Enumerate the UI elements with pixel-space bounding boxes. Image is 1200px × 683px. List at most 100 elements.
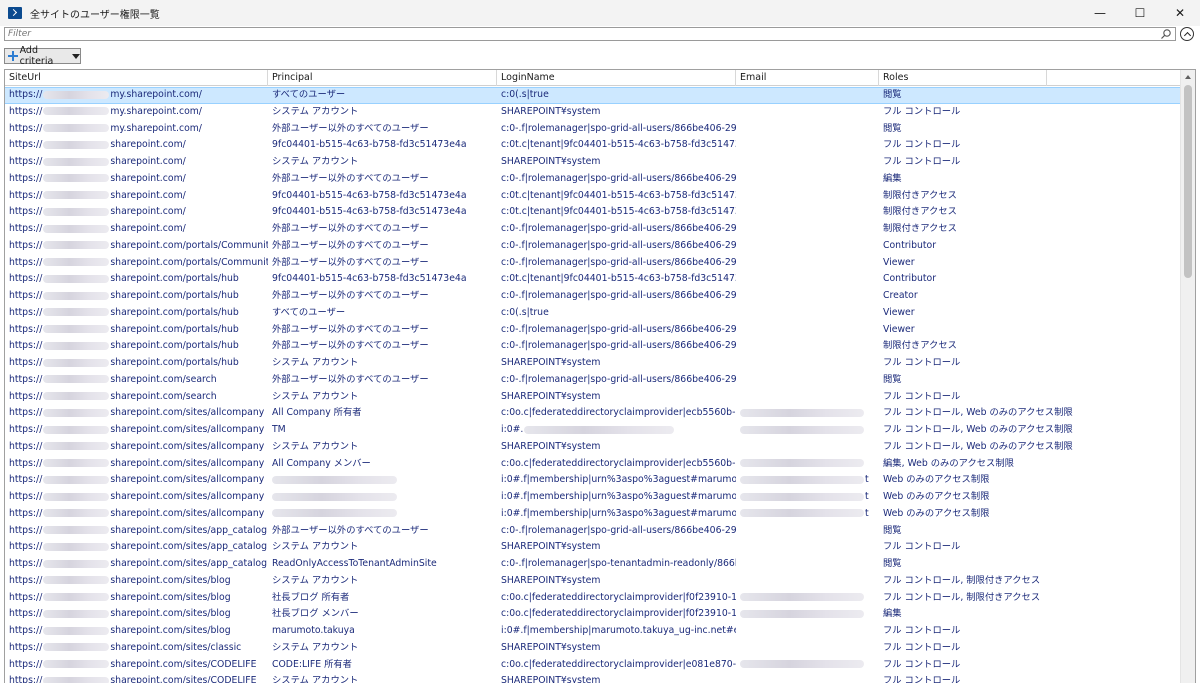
redacted-text [43,325,110,333]
table-row[interactable]: https:// sharepoint.com/sites/CODELIFE システ… [5,673,1181,683]
loginname-text: c:0t.c|tenant|9fc04401-b515-4c63-b758-fd… [501,189,736,201]
table-row[interactable]: https:// sharepoint.com/portals/hub 外部ユーザー… [5,288,1181,305]
cell-principal: システム アカウント [272,156,359,167]
cell-email [736,322,879,339]
cell-siteurl: https:// sharepoint.com/sites/allcompany [5,405,268,422]
cell-loginname: i:0#.f|membership|urn%3aspo%3aguest#maru… [497,489,736,506]
table-row[interactable]: https:// sharepoint.com/外部ユーザー以外のすべてのユーザー… [5,171,1181,188]
table-row[interactable]: https:// sharepoint.com/portals/hub システム ア… [5,355,1181,372]
table-row[interactable]: https:// my.sharepoint.com/すべてのユーザー c:0(.s… [5,87,1181,104]
cell-siteurl: https:// sharepoint.com/sites/app_catalog [5,523,268,540]
loginname-text: SHAREPOINT¥system [501,675,601,683]
siteurl-prefix: https:// [9,574,43,586]
cell-roles: フル コントロール [883,625,961,636]
siteurl-prefix: https:// [9,641,43,653]
cell-loginname: c:0o.c|federateddirectoryclaimprovider|f… [497,590,736,607]
chevron-down-icon [72,53,80,59]
cell-email [736,121,879,138]
redacted-text [43,676,110,683]
table-row[interactable]: https:// sharepoint.com/sites/blog 社長ブログ 所… [5,590,1181,607]
redacted-text [43,358,110,367]
table-row[interactable]: https:// sharepoint.com/sites/blog システム アカ… [5,573,1181,590]
table-row[interactable]: https:// sharepoint.com/外部ユーザー以外のすべてのユーザー… [5,221,1181,238]
add-criteria-button[interactable]: Add criteria [4,45,81,67]
table-row[interactable]: https:// sharepoint.com/portals/hub 外部ユーザー… [5,338,1181,355]
loginname-text: c:0(.s|true [501,306,549,318]
cell-siteurl: https:// sharepoint.com/portals/hub [5,288,268,305]
table-row[interactable]: https:// sharepoint.com/sites/CODELIFE COD… [5,657,1181,674]
cell-loginname: c:0-.f|rolemanager|spo-grid-all-users/86… [497,221,736,238]
table-row[interactable]: https:// sharepoint.com/sites/app_catalog… [5,539,1181,556]
filter-input[interactable] [4,27,1176,41]
siteurl-prefix: https:// [9,189,43,201]
cell-principal: すべてのユーザー [272,89,346,100]
cell-email [736,389,879,406]
maximize-button[interactable]: ☐ [1120,0,1160,26]
table-row[interactable]: https:// sharepoint.com/search システム アカウント S… [5,389,1181,406]
cell-roles: Web のみのアクセス制限 [883,491,990,502]
column-header-email[interactable]: Email [736,70,879,86]
cell-principal: 外部ユーザー以外のすべてのユーザー [272,340,429,352]
siteurl-text: sharepoint.com/sites/allcompany [110,474,265,486]
table-row[interactable]: https:// sharepoint.com/sites/allcompany T… [5,422,1181,439]
cell-siteurl: https:// sharepoint.com/ [5,137,268,154]
siteurl-prefix: https:// [9,273,43,285]
siteurl-text: sharepoint.com/sites/allcompany [110,507,265,519]
minimize-button[interactable]: — [1080,0,1120,26]
loginname-text: c:0-.f|rolemanager|spo-tenantadmin-reado… [501,558,736,569]
scroll-up-arrow-icon[interactable] [1185,75,1191,79]
table-row[interactable]: https:// sharepoint.com/portals/Community… [5,238,1181,255]
table-row[interactable]: https:// sharepoint.com/sites/allcompany i… [5,506,1181,523]
cell-principal: すべてのユーザー [272,306,346,318]
table-row[interactable]: https:// sharepoint.com/sites/allcompany i… [5,489,1181,506]
table-row[interactable]: https:// sharepoint.com/sites/blog 社長ブログ メ… [5,606,1181,623]
table-row[interactable]: https:// my.sharepoint.com/システム アカウント SHAR… [5,104,1181,121]
cell-email [736,606,879,623]
cell-roles: Web のみのアクセス制限 [883,474,990,486]
table-row[interactable]: https:// sharepoint.com/9fc04401-b515-4c6… [5,204,1181,221]
table-row[interactable]: https:// sharepoint.com/sites/allcompany シ… [5,439,1181,456]
search-icon[interactable] [1160,28,1172,40]
cell-email [736,590,879,607]
table-row[interactable]: https:// my.sharepoint.com/外部ユーザー以外のすべてのユ… [5,121,1181,138]
close-button[interactable]: ✕ [1160,0,1200,26]
cell-loginname: SHAREPOINT¥system [497,539,736,556]
collapse-icon[interactable] [1180,27,1194,41]
table-row[interactable]: https:// sharepoint.com/portals/hub すべてのユー… [5,305,1181,322]
column-header-siteurl[interactable]: SiteUrl [5,70,268,86]
cell-email [736,338,879,355]
siteurl-prefix: https:// [9,223,43,234]
table-row[interactable]: https:// sharepoint.com/portals/hub 外部ユーザー… [5,322,1181,339]
cell-siteurl: https:// sharepoint.com/sites/allcompany [5,422,268,439]
table-row[interactable]: https:// sharepoint.com/sites/app_catalog… [5,523,1181,540]
column-header-principal[interactable]: Principal [268,70,497,86]
table-row[interactable]: https:// sharepoint.com/sites/allcompany i… [5,472,1181,489]
siteurl-prefix: https:// [9,591,43,603]
cell-siteurl: https:// sharepoint.com/sites/blog [5,590,268,607]
table-row[interactable]: https:// sharepoint.com/sites/allcompany A… [5,405,1181,422]
cell-roles: Web のみのアクセス制限 [883,507,990,519]
cell-email [736,271,879,288]
table-row[interactable]: https:// sharepoint.com/9fc04401-b515-4c6… [5,188,1181,205]
vertical-scrollbar[interactable] [1180,70,1195,683]
table-row[interactable]: https:// sharepoint.com/システム アカウント SHAREPO… [5,154,1181,171]
table-row[interactable]: https:// sharepoint.com/sites/allcompany A… [5,456,1181,473]
siteurl-text: my.sharepoint.com/ [110,89,202,100]
cell-roles: フル コントロール, Web のみのアクセス制限 [883,424,1073,435]
column-header-roles[interactable]: Roles [879,70,1047,86]
table-row[interactable]: https:// sharepoint.com/portals/hub 9fc044… [5,271,1181,288]
table-row[interactable]: https:// sharepoint.com/search 外部ユーザー以外のすべ… [5,372,1181,389]
loginname-text: i:0#.f|membership|urn%3aspo%3aguest#maru… [501,474,736,486]
scrollbar-thumb[interactable] [1184,85,1192,278]
results-grid[interactable]: SiteUrl Principal LoginName Email Roles … [4,69,1196,683]
table-row[interactable]: https:// sharepoint.com/portals/Community… [5,255,1181,272]
table-row[interactable]: https:// sharepoint.com/sites/blog marumot… [5,623,1181,640]
cell-email [736,456,879,473]
table-row[interactable]: https:// sharepoint.com/9fc04401-b515-4c6… [5,137,1181,154]
cell-roles: フル コントロール, 制限付きアクセス [883,574,1041,586]
column-header-loginname[interactable]: LoginName [497,70,736,86]
table-row[interactable]: https:// sharepoint.com/sites/app_catalog… [5,556,1181,573]
table-row[interactable]: https:// sharepoint.com/sites/classic システム… [5,640,1181,657]
siteurl-prefix: https:// [9,440,43,452]
siteurl-text: sharepoint.com/sites/allcompany [110,424,265,435]
